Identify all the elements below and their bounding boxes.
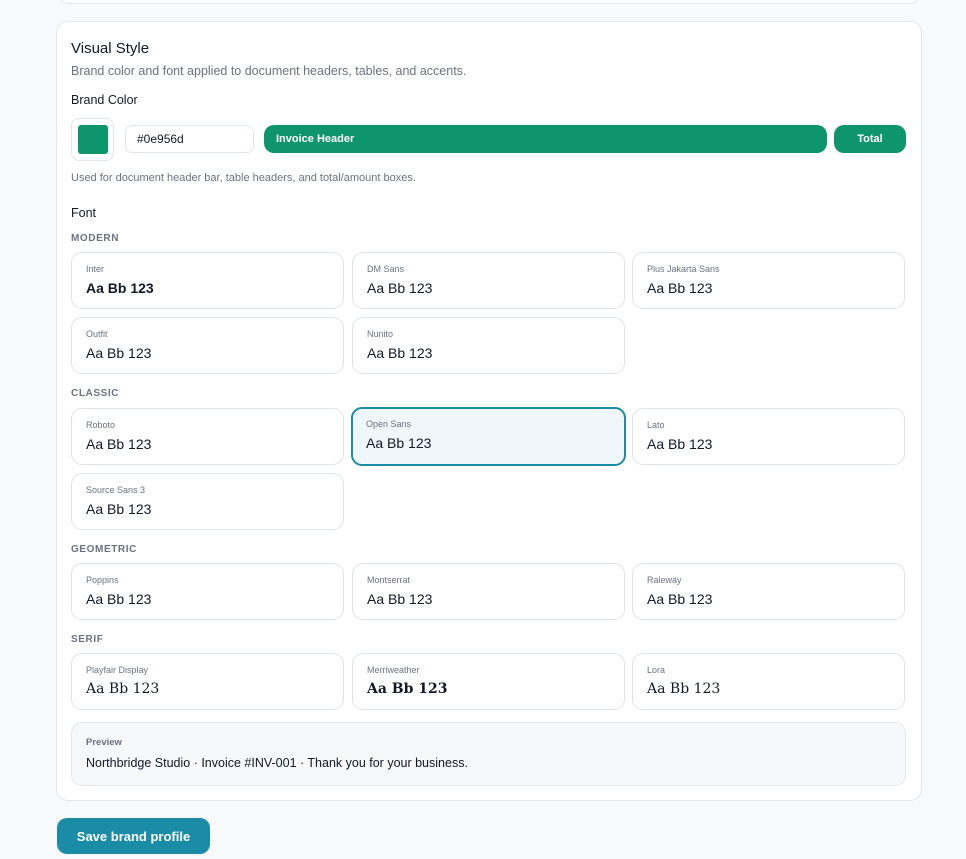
font-option-plus-jakarta-sans[interactable]: Plus Jakarta Sans Aa Bb 123	[632, 252, 905, 309]
font-sample: Aa Bb 123	[647, 436, 713, 452]
font-name: Lora	[647, 665, 666, 675]
font-name: Playfair Display	[86, 665, 149, 675]
font-sample: Aa Bb 123	[86, 591, 152, 607]
font-option-montserrat[interactable]: Montserrat Aa Bb 123	[352, 563, 625, 620]
category-label-classic: CLASSIC	[71, 388, 120, 399]
font-option-roboto[interactable]: Roboto Aa Bb 123	[71, 408, 344, 465]
font-name: Open Sans	[366, 419, 412, 429]
preview-text: Northbridge Studio · Invoice #INV-001 · …	[86, 756, 468, 770]
font-name: Poppins	[86, 575, 119, 585]
font-sample: Aa Bb 123	[366, 435, 432, 451]
font-option-dm-sans[interactable]: DM Sans Aa Bb 123	[352, 252, 625, 309]
font-name: Lato	[647, 420, 665, 430]
section-title: Visual Style	[71, 40, 150, 57]
brand-color-hint: Used for document header bar, table head…	[71, 172, 416, 184]
font-name: Merriweather	[367, 665, 420, 675]
font-sample: Aa Bb 123	[86, 280, 154, 296]
font-option-open-sans[interactable]: Open Sans Aa Bb 123	[351, 407, 626, 466]
font-option-lora[interactable]: Lora Aa Bb 123	[632, 653, 905, 710]
font-sample: Aa Bb 123	[86, 501, 152, 517]
total-preview: Total	[834, 125, 906, 153]
category-label-modern: MODERN	[71, 233, 120, 244]
font-name: DM Sans	[367, 264, 405, 274]
preview-box: Preview Northbridge Studio · Invoice #IN…	[71, 722, 906, 786]
font-label: Font	[71, 206, 97, 220]
font-option-raleway[interactable]: Raleway Aa Bb 123	[632, 563, 905, 620]
previous-section-card	[57, 0, 921, 4]
font-sample: Aa Bb 123	[86, 681, 160, 697]
font-name: Outfit	[86, 329, 108, 339]
invoice-header-preview: Invoice Header	[264, 125, 827, 153]
font-sample: Aa Bb 123	[86, 436, 152, 452]
font-option-poppins[interactable]: Poppins Aa Bb 123	[71, 563, 344, 620]
hex-color-input[interactable]	[125, 125, 254, 153]
font-sample: Aa Bb 123	[367, 280, 433, 296]
font-sample: Aa Bb 123	[86, 345, 152, 361]
preview-label: Preview	[86, 737, 122, 748]
font-name: Inter	[86, 264, 105, 274]
category-label-serif: SERIF	[71, 634, 104, 645]
font-name: Source Sans 3	[86, 485, 146, 495]
font-sample: Aa Bb 123	[367, 681, 448, 697]
font-sample: Aa Bb 123	[647, 280, 713, 296]
font-sample: Aa Bb 123	[367, 345, 433, 361]
font-option-inter[interactable]: Inter Aa Bb 123	[71, 252, 344, 309]
category-label-geometric: GEOMETRIC	[71, 544, 137, 555]
font-name: Montserrat	[367, 575, 411, 585]
font-name: Roboto	[86, 420, 116, 430]
brand-color-label: Brand Color	[71, 93, 138, 107]
color-picker-button[interactable]	[71, 118, 114, 161]
font-sample: Aa Bb 123	[367, 591, 433, 607]
color-swatch	[78, 125, 108, 154]
font-name: Plus Jakarta Sans	[647, 264, 720, 274]
font-option-nunito[interactable]: Nunito Aa Bb 123	[352, 317, 625, 374]
font-option-merriweather[interactable]: Merriweather Aa Bb 123	[352, 653, 625, 710]
font-option-outfit[interactable]: Outfit Aa Bb 123	[71, 317, 344, 374]
font-name: Raleway	[647, 575, 682, 585]
font-option-lato[interactable]: Lato Aa Bb 123	[632, 408, 905, 465]
font-name: Nunito	[367, 329, 394, 339]
font-option-source-sans-3[interactable]: Source Sans 3 Aa Bb 123	[71, 473, 344, 530]
section-subtitle: Brand color and font applied to document…	[71, 64, 467, 78]
font-sample: Aa Bb 123	[647, 591, 713, 607]
font-sample: Aa Bb 123	[647, 681, 721, 697]
save-brand-profile-button[interactable]: Save brand profile	[57, 818, 210, 854]
font-option-playfair-display[interactable]: Playfair Display Aa Bb 123	[71, 653, 344, 710]
